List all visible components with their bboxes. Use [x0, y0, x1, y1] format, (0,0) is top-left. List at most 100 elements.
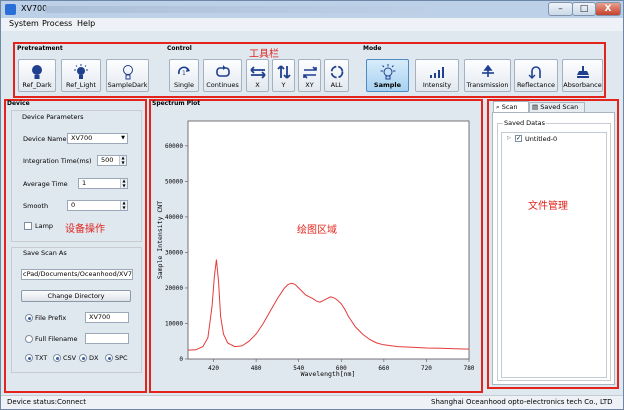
toolbar-annotation: 工具栏: [249, 49, 279, 60]
xy-button[interactable]: XY: [298, 59, 321, 92]
menu-process[interactable]: Process: [42, 19, 72, 28]
device-name-select[interactable]: XV700 ▼: [67, 133, 128, 144]
y-tick-label: 10000: [165, 320, 183, 327]
spinner-arrows-icon[interactable]: ▲ ▼: [119, 156, 126, 165]
csv-radio[interactable]: [53, 354, 61, 362]
y-tick-label: 40000: [165, 214, 183, 221]
sample-mode-button[interactable]: Sample: [366, 59, 409, 92]
svg-text:1: 1: [182, 70, 186, 77]
average-time-input[interactable]: 1 ▲ ▼: [78, 178, 128, 189]
smooth-label: Smooth: [23, 202, 49, 210]
single-scan-icon: 1: [177, 66, 190, 77]
change-directory-button[interactable]: Change Directory: [21, 290, 131, 302]
spectrum-plot-title: Spectrum Plot: [152, 100, 201, 107]
window-title: XV700: [21, 4, 48, 13]
device-annotation: 设备操作: [65, 224, 105, 235]
app-window: XV700 – □ X System Process Help Pretreat…: [0, 0, 624, 410]
ref-light-label: Ref_Light: [66, 81, 96, 89]
untitled-0-checkbox[interactable]: ✓: [515, 135, 522, 142]
dx-radio[interactable]: [79, 354, 87, 362]
bars-icon: [430, 67, 444, 78]
title-bar: XV700 – □ X: [1, 1, 623, 18]
sun-icon: [380, 64, 395, 80]
close-button[interactable]: X: [595, 2, 621, 16]
txt-label: TXT: [35, 354, 48, 362]
integration-time-label: Integration Time(ms): [23, 157, 92, 165]
csv-label: CSV: [63, 354, 77, 362]
single-label: Single: [174, 81, 194, 89]
reflectance-icon: [528, 66, 541, 79]
x-tick-label: 420: [208, 365, 219, 372]
plot-frame: [187, 120, 470, 360]
absorbance-mode-button[interactable]: Absorbance: [562, 59, 603, 92]
txt-radio[interactable]: [25, 354, 33, 362]
loop-icon: [215, 65, 230, 77]
xy-arrows-icon: [302, 66, 317, 79]
blurred-tabs: [45, 6, 425, 13]
bulb-dark-icon: [32, 65, 42, 79]
lamp-checkbox[interactable]: [24, 222, 32, 230]
sample-mode-label: Sample: [373, 81, 402, 89]
x-tick-label: 720: [421, 365, 432, 372]
minimize-button[interactable]: –: [548, 2, 573, 16]
tree-expand-icon[interactable]: ▷: [507, 135, 511, 141]
tab-saved-scan[interactable]: ▤ Saved Scan: [529, 102, 585, 112]
bulb-outline-icon: [122, 65, 133, 80]
continues-button[interactable]: Continues: [203, 59, 242, 92]
spinner-arrows-icon[interactable]: ▲ ▼: [120, 201, 127, 210]
mode-title: Mode: [363, 45, 382, 52]
vertical-arrows-icon: [276, 65, 291, 79]
average-time-label: Average Time: [23, 180, 68, 188]
average-time-value: 1: [82, 179, 87, 187]
ref-dark-label: Ref_Dark: [22, 81, 52, 89]
menu-bar: System Process Help: [1, 18, 623, 31]
absorbance-mode-label: Absorbance: [563, 81, 602, 89]
spectrum-chart[interactable]: 0100002000030000400005000060000 420 480 54…: [152, 109, 480, 391]
single-button[interactable]: 1 Single: [169, 59, 199, 92]
company-name: Shanghai Oceanhood opto-electronics tech…: [431, 398, 613, 406]
smooth-value: 0: [71, 201, 76, 209]
tree-item-untitled-0[interactable]: Untitled-0: [525, 135, 557, 143]
transmission-mode-label: Transmission: [466, 81, 509, 89]
ref-dark-button[interactable]: Ref_Dark: [18, 59, 56, 92]
tab-scan[interactable]: ⌕ Scan: [493, 101, 529, 112]
sample-dark-button[interactable]: SampleDark: [106, 59, 149, 92]
smooth-input[interactable]: 0 ▲ ▼: [67, 200, 128, 211]
spc-radio[interactable]: [105, 354, 113, 362]
y-tick-label: 0: [179, 356, 183, 363]
menu-system[interactable]: System: [9, 19, 39, 28]
save-path-input[interactable]: cPad/Documents/Oceanhood/XV700: [21, 269, 133, 280]
x-button[interactable]: X: [246, 59, 269, 92]
saved-datas-tree: [501, 132, 607, 378]
sample-dark-label: SampleDark: [107, 81, 148, 89]
intensity-mode-button[interactable]: Intensity: [415, 59, 459, 92]
app-icon: [5, 4, 16, 15]
all-button[interactable]: ALL: [324, 59, 349, 92]
saved-datas-title: Saved Datas: [503, 119, 547, 127]
x-label: X: [255, 81, 260, 89]
plot-annotation: 绘图区域: [297, 223, 337, 236]
reflectance-mode-label: Reflectance: [516, 81, 556, 89]
file-annotation: 文件管理: [528, 201, 568, 212]
save-scan-title: Save Scan As: [23, 249, 67, 257]
device-status: Device status:Connect: [7, 398, 86, 406]
chevron-down-icon: ▼: [121, 135, 125, 141]
file-prefix-radio[interactable]: [25, 314, 33, 322]
device-title: Device: [7, 100, 30, 107]
full-filename-input[interactable]: [85, 333, 129, 344]
y-tick-label: 50000: [165, 178, 183, 185]
ref-light-button[interactable]: Ref_Light: [61, 59, 101, 92]
spinner-arrows-icon[interactable]: ▲ ▼: [120, 179, 127, 188]
control-title: Control: [167, 45, 192, 52]
reflectance-mode-button[interactable]: Reflectance: [514, 59, 558, 92]
y-axis-label: Sample Intensity CNT: [156, 201, 164, 279]
file-prefix-input[interactable]: XV700: [85, 312, 129, 323]
full-filename-radio[interactable]: [25, 335, 33, 343]
y-button[interactable]: Y: [272, 59, 295, 92]
menu-help[interactable]: Help: [77, 19, 95, 28]
integration-time-input[interactable]: 500 ▲ ▼: [97, 155, 127, 166]
device-name-value: XV700: [71, 134, 93, 142]
transmission-mode-button[interactable]: Transmission: [464, 59, 511, 92]
device-parameters-title: Device Parameters: [22, 113, 84, 121]
maximize-button[interactable]: □: [572, 2, 596, 16]
